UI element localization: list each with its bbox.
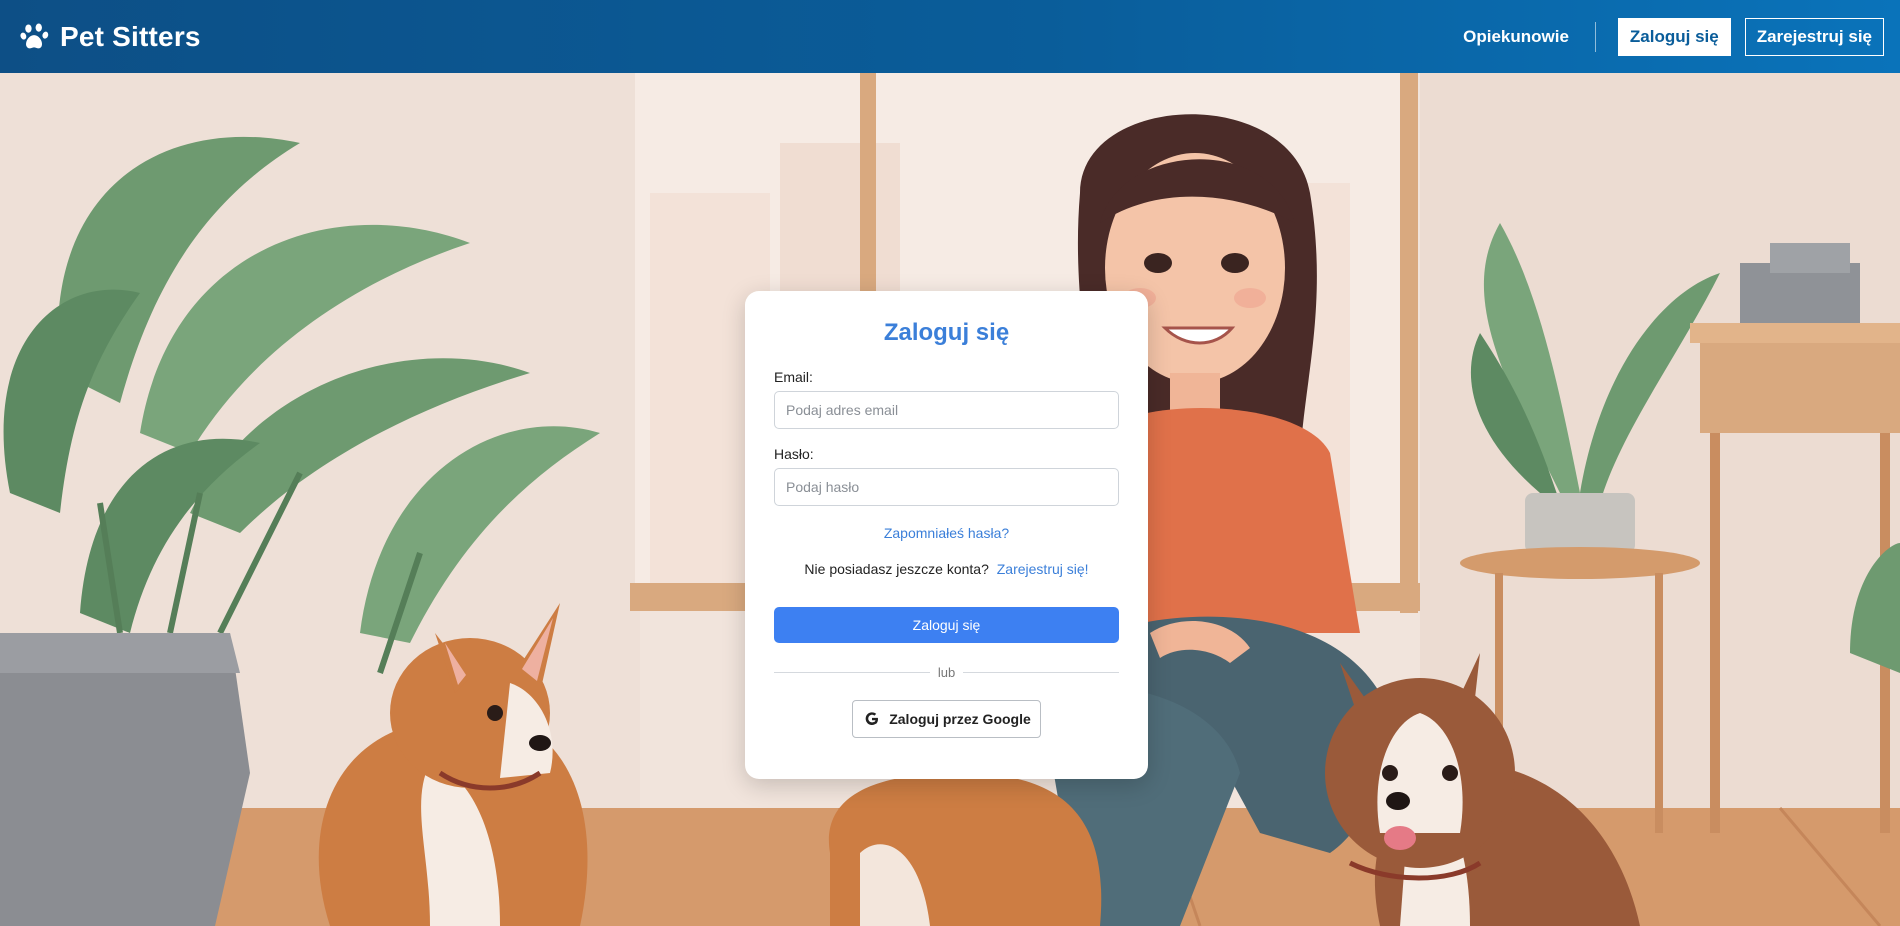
paw-icon — [20, 23, 49, 48]
login-submit-button[interactable]: Zaloguj się — [774, 607, 1119, 643]
nav-divider — [1594, 21, 1596, 52]
brand-logo[interactable]: Pet Sitters — [20, 21, 201, 53]
google-login-label: Zaloguj przez Google — [889, 711, 1031, 727]
nav-link-sitters[interactable]: Opiekunowie — [1463, 27, 1569, 47]
no-account-row: Nie posiadasz jeszcze konta? Zarejestruj… — [774, 561, 1119, 577]
top-navbar: Pet Sitters Opiekunowie Zaloguj się Zare… — [0, 0, 1900, 73]
login-card: Zaloguj się Email: Hasło: Zapomniałeś ha… — [745, 291, 1148, 779]
email-label: Email: — [774, 369, 813, 385]
brand-name: Pet Sitters — [60, 20, 201, 52]
google-login-button[interactable]: Zaloguj przez Google — [852, 700, 1041, 738]
email-input[interactable] — [774, 391, 1119, 429]
login-title: Zaloguj się — [883, 319, 1010, 346]
no-account-text: Nie posiadasz jeszcze konta? — [804, 561, 989, 577]
nav-register-button[interactable]: Zarejestruj się — [1744, 17, 1884, 56]
password-label: Hasło: — [774, 446, 814, 462]
password-input[interactable] — [774, 468, 1119, 506]
google-login-row: Zaloguj przez Google — [774, 700, 1119, 738]
or-divider: lub — [774, 665, 1120, 680]
google-icon — [865, 712, 879, 725]
nav-actions: Opiekunowie Zaloguj się Zarejestruj się — [1463, 17, 1884, 56]
nav-login-button[interactable]: Zaloguj się — [1617, 17, 1731, 56]
divider-text: lub — [937, 665, 956, 680]
register-link[interactable]: Zarejestruj się! — [997, 561, 1089, 577]
divider-line-left — [774, 672, 930, 673]
forgot-password-link[interactable]: Zapomniałeś hasła? — [884, 525, 1009, 541]
forgot-password-row: Zapomniałeś hasła? — [774, 525, 1119, 543]
divider-line-right — [963, 672, 1120, 673]
